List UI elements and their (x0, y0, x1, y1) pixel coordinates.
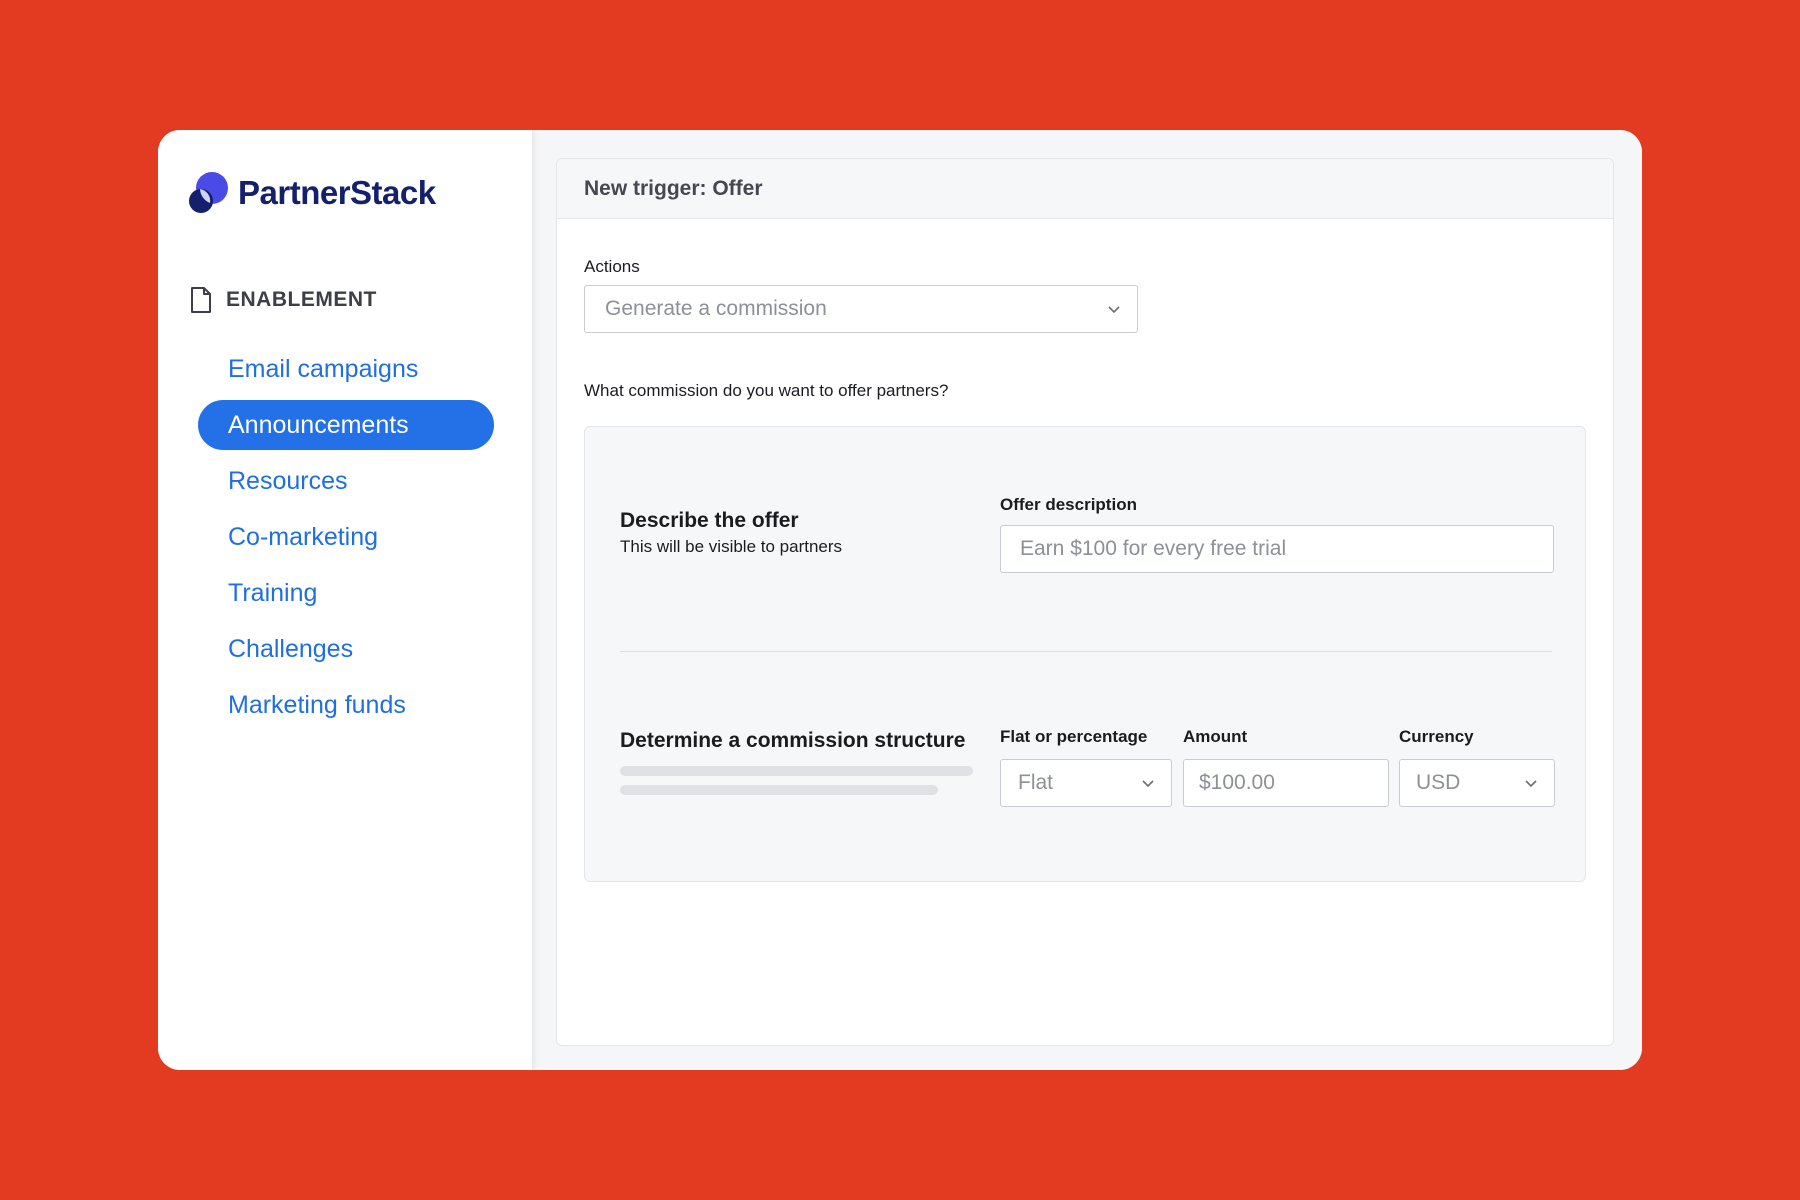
partnerstack-logo-icon (189, 172, 228, 213)
currency-select[interactable]: USD (1399, 759, 1555, 807)
offer-description-label: Offer description (1000, 495, 1137, 514)
currency-label: Currency (1399, 727, 1474, 746)
sidebar-item-marketing-funds[interactable]: Marketing funds (198, 680, 494, 730)
commission-question: What commission do you want to offer par… (584, 381, 949, 400)
panel-title: New trigger: Offer (557, 159, 1613, 219)
app-window: PartnerStack ENABLEMENT Email campaigns … (158, 130, 1642, 1070)
main-area: New trigger: Offer Actions Generate a co… (532, 130, 1642, 1070)
sidebar-item-resources[interactable]: Resources (198, 456, 494, 506)
brand-name: PartnerStack (238, 174, 436, 211)
amount-placeholder: $100.00 (1199, 771, 1275, 794)
actions-select[interactable]: Generate a commission (584, 285, 1138, 333)
type-label: Flat or percentage (1000, 727, 1148, 746)
type-select[interactable]: Flat (1000, 759, 1172, 807)
actions-label: Actions (584, 257, 640, 276)
offer-description-placeholder: Earn $100 for every free trial (1020, 537, 1287, 560)
skeleton-line (620, 766, 973, 776)
amount-label: Amount (1183, 727, 1248, 746)
chevron-down-icon (1525, 780, 1537, 788)
chevron-down-icon (1142, 780, 1154, 788)
sidebar-nav: Email campaigns Announcements Resources … (198, 344, 494, 736)
section-header-enablement: ENABLEMENT (190, 286, 377, 314)
sidebar-item-email-campaigns[interactable]: Email campaigns (198, 344, 494, 394)
commission-structure-title: Determine a commission structure (620, 729, 966, 752)
amount-input[interactable]: $100.00 (1183, 759, 1389, 807)
sidebar-item-co-marketing[interactable]: Co-marketing (198, 512, 494, 562)
sidebar: PartnerStack ENABLEMENT Email campaigns … (158, 130, 532, 1070)
document-icon (191, 287, 211, 313)
offer-subtitle: This will be visible to partners (620, 537, 843, 556)
section-label: ENABLEMENT (226, 288, 377, 311)
skeleton-line (620, 785, 938, 795)
brand-logo[interactable]: PartnerStack (188, 170, 436, 216)
offer-title: Describe the offer (620, 509, 799, 532)
currency-select-value: USD (1416, 771, 1461, 794)
card-divider (620, 651, 1552, 652)
sidebar-item-announcements[interactable]: Announcements (198, 400, 494, 450)
trigger-panel: New trigger: Offer Actions Generate a co… (556, 158, 1614, 1046)
sidebar-item-challenges[interactable]: Challenges (198, 624, 494, 674)
chevron-down-icon (1108, 306, 1120, 314)
type-select-value: Flat (1018, 771, 1054, 794)
actions-select-value: Generate a commission (605, 297, 827, 320)
offer-description-input[interactable]: Earn $100 for every free trial (1000, 525, 1554, 573)
commission-card: Describe the offer This will be visible … (584, 426, 1586, 882)
sidebar-item-training[interactable]: Training (198, 568, 494, 618)
